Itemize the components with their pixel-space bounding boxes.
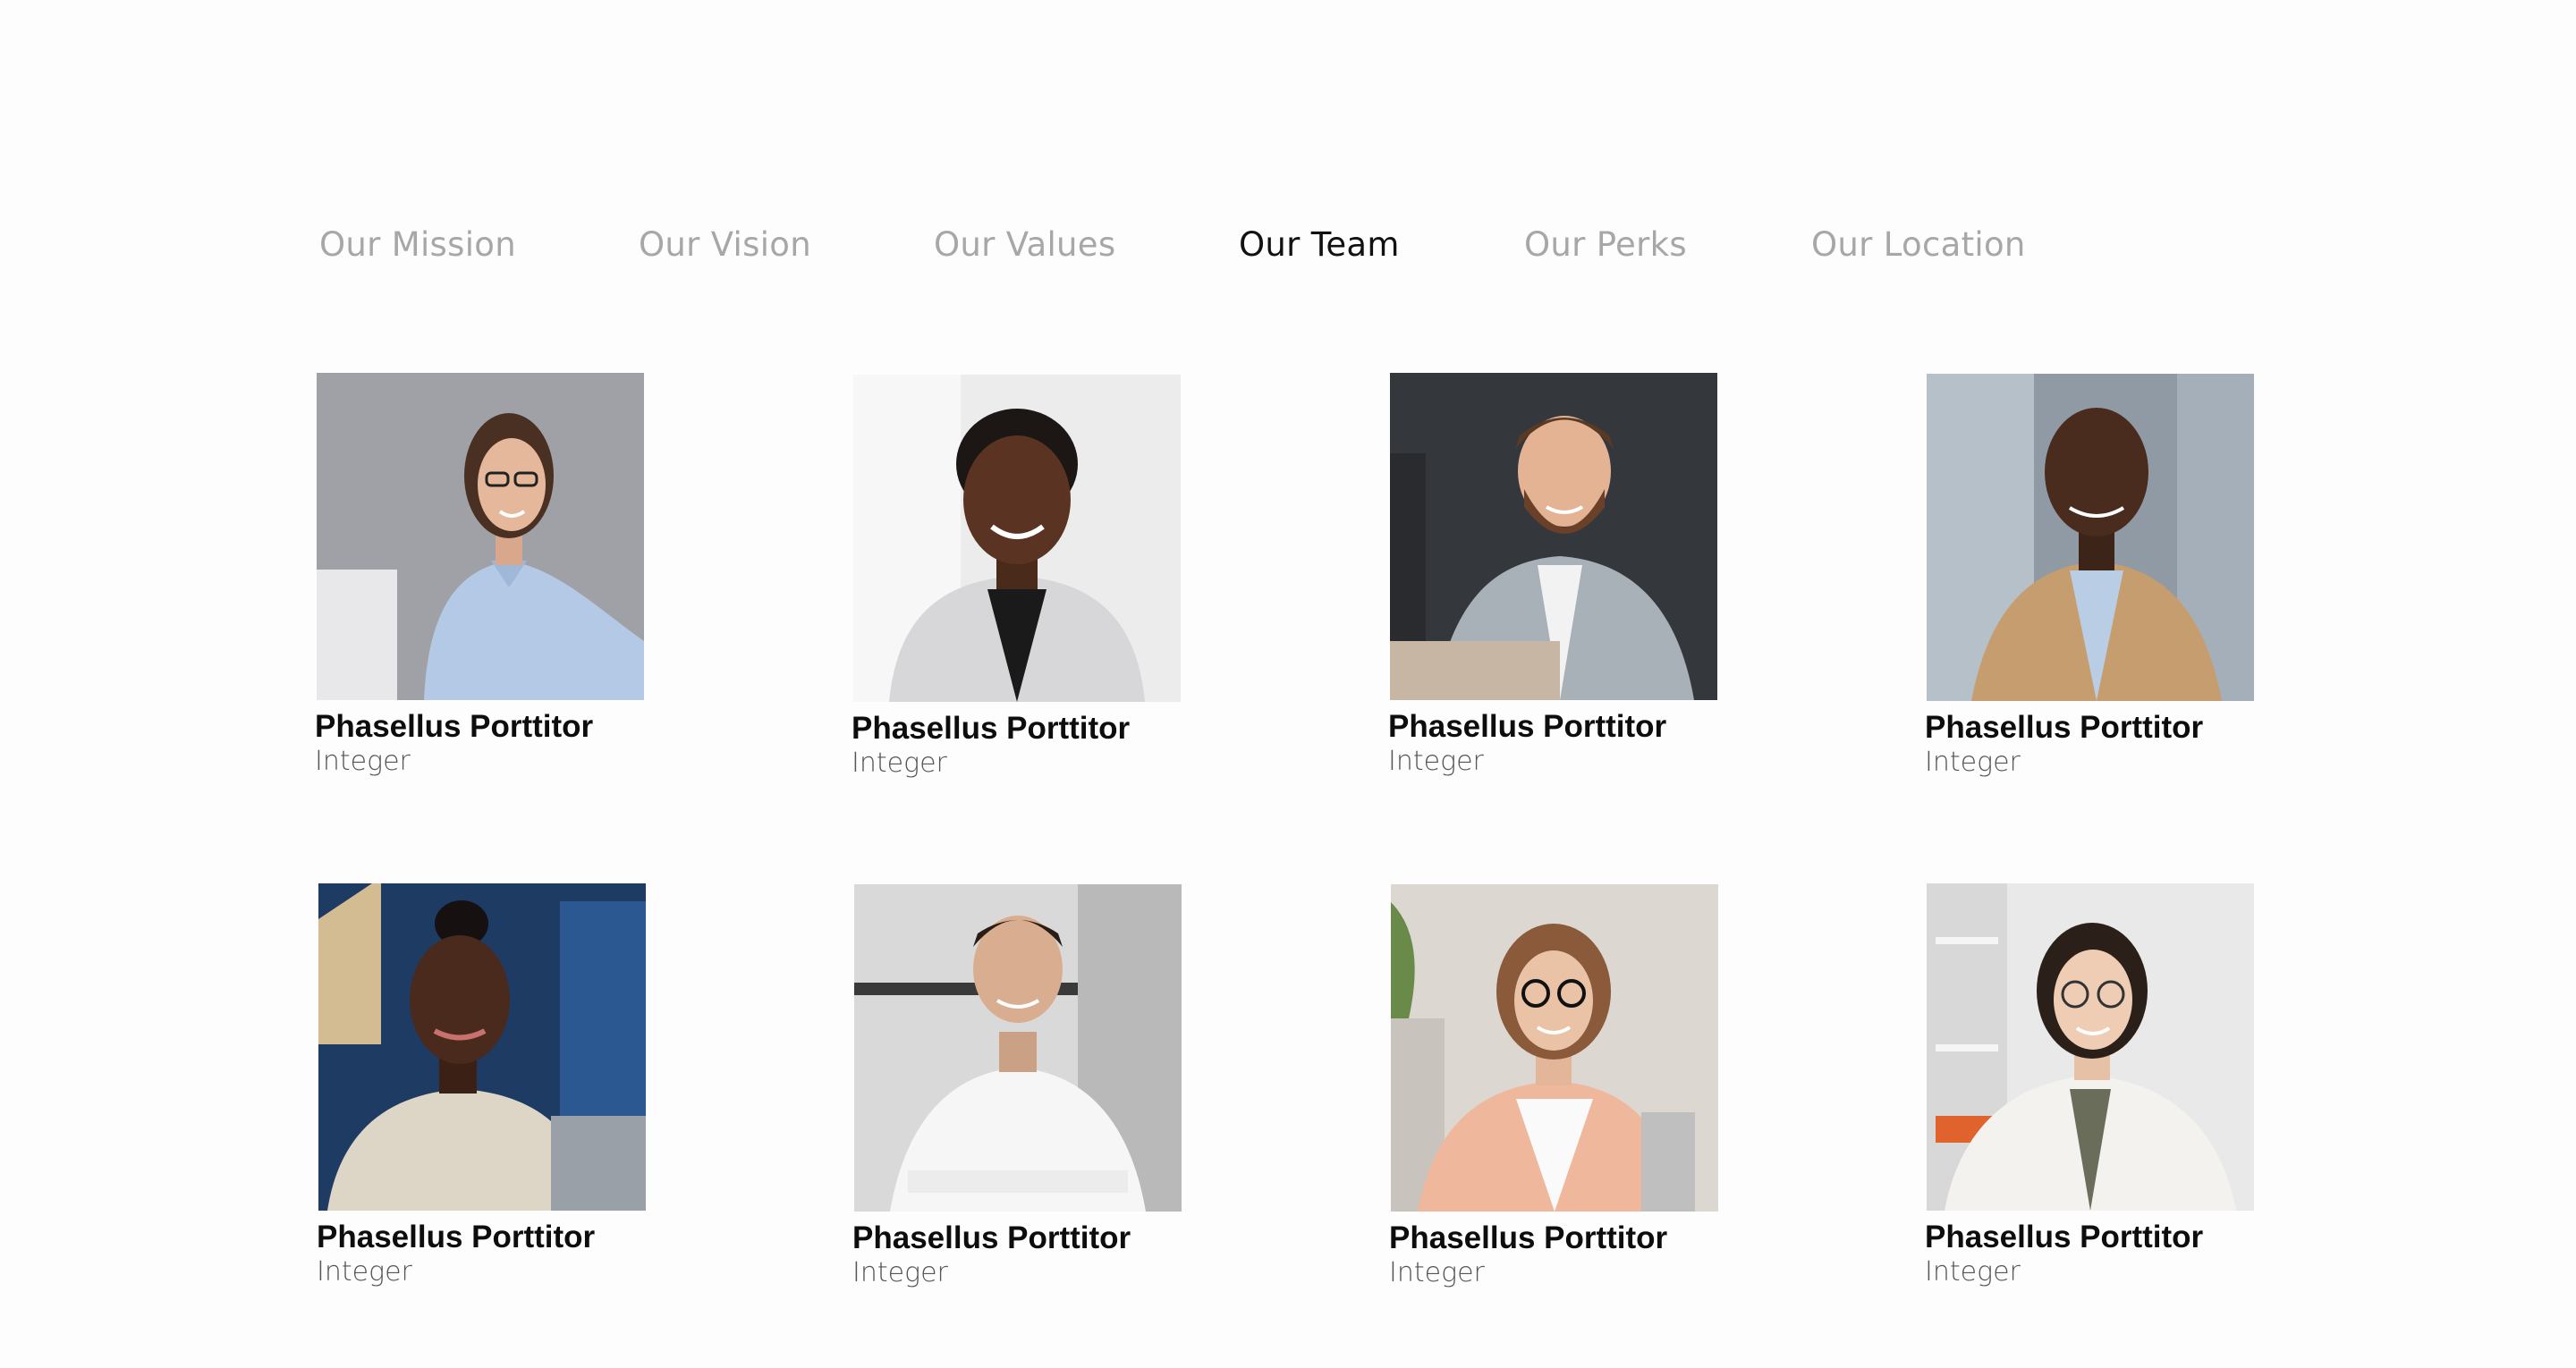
team-member-role: Integer	[317, 1256, 412, 1288]
team-member-role: Integer	[315, 746, 411, 777]
team-member-card[interactable]: Phasellus Porttitor Integer	[852, 375, 1229, 795]
team-member-name: Phasellus Porttitor	[852, 1220, 1131, 1255]
team-member-card[interactable]: Phasellus Porttitor Integer	[1925, 883, 2302, 1304]
woman-glasses-white-jacket-photo	[1927, 883, 2254, 1211]
team-member-card[interactable]: Phasellus Porttitor Integer	[1925, 374, 2302, 794]
team-member-name: Phasellus Porttitor	[315, 709, 594, 744]
team-member-card[interactable]: Phasellus Porttitor Integer	[1389, 884, 1767, 1305]
team-grid: Phasellus Porttitor Integer Phasellus Po…	[0, 0, 2576, 1368]
team-member-role: Integer	[852, 747, 947, 779]
team-member-role: Integer	[1388, 746, 1484, 777]
team-member-name: Phasellus Porttitor	[1925, 710, 2204, 745]
team-member-role: Integer	[1925, 1256, 2021, 1288]
team-member-role: Integer	[1925, 747, 2021, 778]
team-member-card[interactable]: Phasellus Porttitor Integer	[852, 884, 1230, 1305]
bearded-man-grey-blazer-photo	[1390, 373, 1717, 700]
woman-short-hair-blazer-photo	[853, 375, 1181, 702]
team-member-name: Phasellus Porttitor	[1389, 1220, 1668, 1255]
older-man-tan-blazer-photo	[1927, 374, 2254, 701]
woman-glasses-blue-shirt-photo	[317, 373, 644, 700]
woman-laptop-blue-room-photo	[318, 883, 646, 1211]
woman-glasses-peach-blazer-photo	[1391, 884, 1718, 1212]
man-white-shirt-arms-crossed-photo	[854, 884, 1182, 1212]
team-member-role: Integer	[1389, 1257, 1485, 1288]
team-member-card[interactable]: Phasellus Porttitor Integer	[317, 883, 694, 1304]
team-member-name: Phasellus Porttitor	[317, 1220, 596, 1254]
team-member-name: Phasellus Porttitor	[852, 711, 1131, 746]
team-member-name: Phasellus Porttitor	[1925, 1220, 2204, 1254]
team-member-card[interactable]: Phasellus Porttitor Integer	[315, 373, 692, 793]
team-member-name: Phasellus Porttitor	[1388, 709, 1667, 744]
team-member-role: Integer	[852, 1257, 948, 1288]
team-member-card[interactable]: Phasellus Porttitor Integer	[1388, 373, 1766, 793]
